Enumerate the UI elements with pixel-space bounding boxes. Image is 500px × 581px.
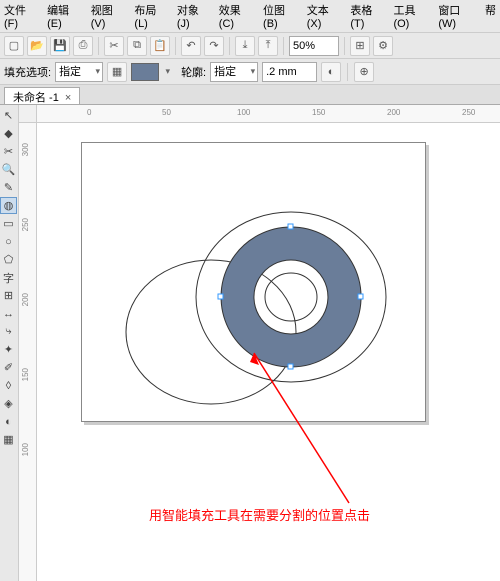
menu-view[interactable]: 视图(V) (91, 2, 127, 30)
selection-handle[interactable] (288, 364, 293, 369)
pick-tool-icon[interactable]: ↖ (0, 107, 17, 124)
property-bar: 填充选项: 指定 ▦ 轮廓: 指定 ◐ ⊕ (0, 59, 500, 85)
menu-table[interactable]: 表格(T) (350, 2, 385, 30)
add-icon[interactable]: ⊕ (354, 62, 374, 82)
horizontal-ruler[interactable]: 0 50 100 150 200 250 (37, 105, 500, 123)
standard-toolbar: ▢ 📂 💾 ⎙ ✂ ⧉ 📋 ↶ ↷ ⤓ ⤒ ⊞ ⚙ (0, 33, 500, 59)
import-icon[interactable]: ⤓ (235, 36, 255, 56)
vector-drawing (81, 142, 426, 422)
freehand-tool-icon[interactable]: ✎ (0, 179, 17, 196)
snap-icon[interactable]: ⊞ (350, 36, 370, 56)
fill-mode-dropdown[interactable]: 指定 (55, 62, 103, 82)
new-icon[interactable]: ▢ (4, 36, 24, 56)
options-icon[interactable]: ⚙ (373, 36, 393, 56)
menu-file[interactable]: 文件(F) (4, 2, 39, 30)
text-tool-icon[interactable]: 字 (0, 269, 17, 286)
canvas-area[interactable]: 0 50 100 150 200 250 300 250 200 150 100 (19, 105, 500, 581)
ruler-origin[interactable] (19, 105, 37, 123)
cut-icon[interactable]: ✂ (104, 36, 124, 56)
polygon-tool-icon[interactable]: ⬠ (0, 251, 17, 268)
menu-layout[interactable]: 布局(L) (134, 2, 168, 30)
ring-shape-selected[interactable] (221, 227, 361, 367)
save-icon[interactable]: 💾 (50, 36, 70, 56)
paste-icon[interactable]: 📋 (150, 36, 170, 56)
crop-tool-icon[interactable]: ✂ (0, 143, 17, 160)
outline-tool-icon[interactable]: ◊ (0, 377, 17, 394)
outline-color-icon[interactable]: ◐ (321, 62, 341, 82)
menu-object[interactable]: 对象(J) (177, 2, 211, 30)
menu-window[interactable]: 窗口(W) (438, 2, 477, 30)
undo-icon[interactable]: ↶ (181, 36, 201, 56)
menu-effects[interactable]: 效果(C) (219, 2, 255, 30)
menu-text[interactable]: 文本(X) (307, 2, 343, 30)
document-tabs: 未命名 -1 × (0, 85, 500, 105)
workspace: ↖ ◆ ✂ 🔍 ✎ ◍ ▭ ○ ⬠ 字 ⊞ ↔ ⤷ ✦ ✐ ◊ ◈ ◐ ▦ 0 … (0, 105, 500, 581)
print-icon[interactable]: ⎙ (73, 36, 93, 56)
vertical-ruler[interactable]: 300 250 200 150 100 (19, 123, 37, 581)
fill-color-swatch[interactable] (131, 63, 159, 81)
connector-tool-icon[interactable]: ⤷ (0, 323, 17, 340)
effects-tool-icon[interactable]: ✦ (0, 341, 17, 358)
zoom-tool-icon[interactable]: 🔍 (0, 161, 17, 178)
mesh-fill-icon[interactable]: ▦ (0, 431, 17, 448)
fill-type-icon[interactable]: ▦ (107, 62, 127, 82)
redo-icon[interactable]: ↷ (204, 36, 224, 56)
outline-label: 轮廓: (181, 64, 206, 80)
annotation-text: 用智能填充工具在需要分割的位置点击 (149, 505, 370, 524)
selection-handle[interactable] (358, 294, 363, 299)
interactive-fill-icon[interactable]: ◐ (0, 413, 17, 430)
tab-label: 未命名 -1 (13, 92, 59, 104)
open-icon[interactable]: 📂 (27, 36, 47, 56)
eyedropper-tool-icon[interactable]: ✐ (0, 359, 17, 376)
shape-tool-icon[interactable]: ◆ (0, 125, 17, 142)
close-icon[interactable]: × (65, 92, 71, 104)
menu-edit[interactable]: 编辑(E) (47, 2, 83, 30)
table-tool-icon[interactable]: ⊞ (0, 287, 17, 304)
selection-handle[interactable] (288, 224, 293, 229)
smart-fill-tool-icon[interactable]: ◍ (0, 197, 17, 214)
rectangle-tool-icon[interactable]: ▭ (0, 215, 17, 232)
dimension-tool-icon[interactable]: ↔ (0, 305, 17, 322)
outline-width-input[interactable] (262, 62, 317, 82)
outline-mode-dropdown[interactable]: 指定 (210, 62, 258, 82)
document-tab[interactable]: 未命名 -1 × (4, 87, 80, 104)
toolbox: ↖ ◆ ✂ 🔍 ✎ ◍ ▭ ○ ⬠ 字 ⊞ ↔ ⤷ ✦ ✐ ◊ ◈ ◐ ▦ (0, 105, 19, 581)
export-icon[interactable]: ⤒ (258, 36, 278, 56)
inner-ellipse-shape[interactable] (265, 273, 317, 321)
copy-icon[interactable]: ⧉ (127, 36, 147, 56)
fill-options-label: 填充选项: (4, 64, 51, 80)
menu-help[interactable]: 帮 (485, 2, 496, 30)
menu-bitmap[interactable]: 位图(B) (263, 2, 299, 30)
menu-bar: 文件(F) 编辑(E) 视图(V) 布局(L) 对象(J) 效果(C) 位图(B… (0, 0, 500, 33)
fill-tool-icon[interactable]: ◈ (0, 395, 17, 412)
selection-handle[interactable] (218, 294, 223, 299)
menu-tools[interactable]: 工具(O) (393, 2, 430, 30)
ellipse-tool-icon[interactable]: ○ (0, 233, 17, 250)
zoom-level-input[interactable] (289, 36, 339, 56)
